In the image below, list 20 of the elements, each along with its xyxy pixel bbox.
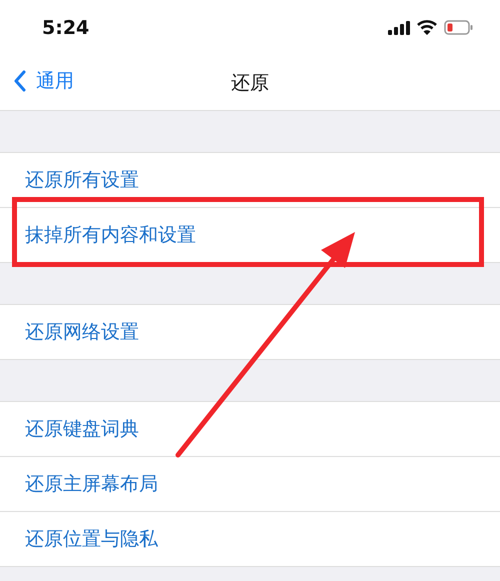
row-label: 还原键盘词典 (25, 417, 139, 442)
row-label: 还原主屏幕布局 (25, 472, 158, 497)
chevron-icon (14, 70, 26, 92)
settings-row[interactable]: 还原网络设置 (0, 305, 500, 359)
wifi-icon (417, 20, 437, 35)
back-label[interactable]: 通用 (36, 68, 74, 94)
settings-row[interactable]: 抹掉所有内容和设置 (12, 197, 484, 267)
back-button[interactable]: 通用 (14, 68, 74, 94)
signal-icon (388, 20, 410, 34)
settings-row[interactable]: 还原主屏幕布局 (0, 457, 500, 512)
settings-row[interactable]: 还原键盘词典 (0, 402, 500, 457)
row-label: 还原位置与隐私 (25, 527, 158, 552)
status-time: 5:24 (42, 16, 90, 38)
row-label: 抹掉所有内容和设置 (25, 223, 196, 248)
nav-title: 还原 (231, 70, 269, 96)
row-label: 还原所有设置 (25, 168, 139, 193)
settings-row[interactable]: 还原所有设置 (0, 153, 500, 208)
row-label: 还原网络设置 (25, 320, 139, 345)
settings-row[interactable]: 还原位置与隐私 (0, 512, 500, 566)
battery-icon (444, 20, 474, 35)
